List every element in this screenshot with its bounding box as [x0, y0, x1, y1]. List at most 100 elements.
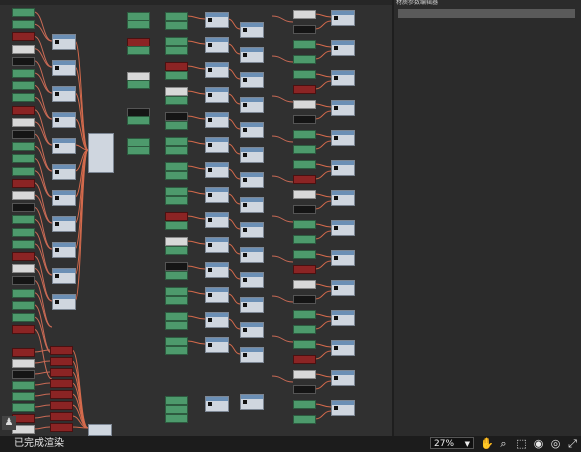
texture-node[interactable] — [165, 71, 188, 80]
texture-node[interactable] — [165, 346, 188, 355]
texture-node[interactable] — [127, 20, 150, 29]
texture-node[interactable] — [12, 215, 35, 225]
texture-node[interactable] — [293, 55, 316, 64]
frame-all-icon[interactable]: ◎ — [549, 437, 562, 450]
texture-node[interactable] — [127, 80, 150, 89]
material-node[interactable] — [240, 394, 264, 410]
material-node[interactable] — [331, 400, 355, 416]
texture-node[interactable] — [293, 265, 316, 274]
texture-node[interactable] — [165, 246, 188, 255]
texture-node[interactable] — [12, 8, 35, 17]
material-node[interactable] — [240, 197, 264, 213]
texture-node[interactable] — [293, 145, 316, 154]
material-node[interactable] — [205, 37, 229, 53]
material-node[interactable] — [205, 137, 229, 153]
texture-node[interactable] — [165, 212, 188, 221]
material-node[interactable] — [240, 97, 264, 113]
material-node[interactable] — [52, 190, 76, 206]
material-node[interactable] — [205, 287, 229, 303]
texture-node[interactable] — [293, 295, 316, 304]
texture-node[interactable] — [50, 379, 73, 388]
texture-node[interactable] — [12, 239, 35, 249]
texture-node[interactable] — [293, 235, 316, 244]
texture-node[interactable] — [293, 340, 316, 349]
material-node[interactable] — [331, 370, 355, 386]
texture-node[interactable] — [165, 112, 188, 121]
texture-node[interactable] — [165, 171, 188, 180]
material-node[interactable] — [205, 396, 229, 412]
texture-node[interactable] — [165, 321, 188, 330]
texture-node[interactable] — [293, 310, 316, 319]
texture-node[interactable] — [165, 96, 188, 105]
texture-node[interactable] — [293, 160, 316, 169]
material-node[interactable] — [52, 34, 76, 50]
material-node[interactable] — [205, 87, 229, 103]
texture-node[interactable] — [12, 359, 35, 368]
material-node[interactable] — [331, 130, 355, 146]
material-node[interactable] — [240, 322, 264, 338]
texture-node[interactable] — [165, 162, 188, 171]
texture-node[interactable] — [50, 412, 73, 421]
material-node[interactable] — [240, 22, 264, 38]
texture-node[interactable] — [293, 220, 316, 229]
material-node[interactable] — [52, 164, 76, 180]
texture-node[interactable] — [50, 401, 73, 410]
texture-node[interactable] — [12, 44, 35, 54]
texture-node[interactable] — [293, 100, 316, 109]
texture-node[interactable] — [12, 178, 35, 188]
texture-node[interactable] — [12, 325, 35, 335]
material-node[interactable] — [205, 62, 229, 78]
material-node[interactable] — [240, 272, 264, 288]
material-node[interactable] — [331, 310, 355, 326]
texture-node[interactable] — [12, 276, 35, 286]
texture-node[interactable] — [50, 390, 73, 399]
texture-node[interactable] — [12, 370, 35, 379]
render-status-icon[interactable]: ♟ — [2, 416, 16, 430]
material-node[interactable] — [240, 172, 264, 188]
material-node[interactable] — [240, 222, 264, 238]
texture-node[interactable] — [293, 10, 316, 19]
material-node[interactable] — [52, 216, 76, 232]
texture-node[interactable] — [12, 142, 35, 152]
texture-node[interactable] — [165, 137, 188, 146]
texture-node[interactable] — [12, 81, 35, 91]
material-node[interactable] — [331, 40, 355, 56]
material-node[interactable] — [52, 294, 76, 310]
texture-node[interactable] — [12, 154, 35, 164]
texture-node[interactable] — [293, 85, 316, 94]
material-node[interactable] — [205, 337, 229, 353]
texture-node[interactable] — [165, 237, 188, 246]
texture-node[interactable] — [12, 105, 35, 115]
multi-material-node[interactable] — [88, 424, 112, 436]
material-node[interactable] — [205, 162, 229, 178]
material-node[interactable] — [240, 147, 264, 163]
texture-node[interactable] — [165, 121, 188, 130]
texture-node[interactable] — [12, 191, 35, 200]
material-node[interactable] — [240, 122, 264, 138]
texture-node[interactable] — [50, 357, 73, 366]
texture-node[interactable] — [12, 166, 35, 176]
zoom-magnify-icon[interactable]: ⌕ — [497, 437, 510, 450]
texture-node[interactable] — [12, 300, 35, 310]
texture-node[interactable] — [165, 21, 188, 30]
texture-node[interactable] — [127, 146, 150, 155]
texture-node[interactable] — [165, 62, 188, 71]
texture-node[interactable] — [293, 205, 316, 214]
material-node[interactable] — [52, 60, 76, 76]
texture-node[interactable] — [127, 116, 150, 125]
texture-node[interactable] — [293, 280, 316, 289]
material-node[interactable] — [52, 112, 76, 128]
texture-node[interactable] — [165, 312, 188, 321]
texture-node[interactable] — [12, 56, 35, 66]
texture-node[interactable] — [165, 87, 188, 96]
texture-node[interactable] — [12, 252, 35, 261]
texture-node[interactable] — [293, 325, 316, 334]
texture-node[interactable] — [165, 46, 188, 55]
texture-node[interactable] — [165, 271, 188, 280]
multi-material-node[interactable] — [88, 133, 114, 173]
material-node[interactable] — [331, 250, 355, 266]
texture-node[interactable] — [12, 32, 35, 42]
texture-node[interactable] — [293, 385, 316, 394]
material-node[interactable] — [331, 280, 355, 296]
texture-node[interactable] — [165, 221, 188, 230]
